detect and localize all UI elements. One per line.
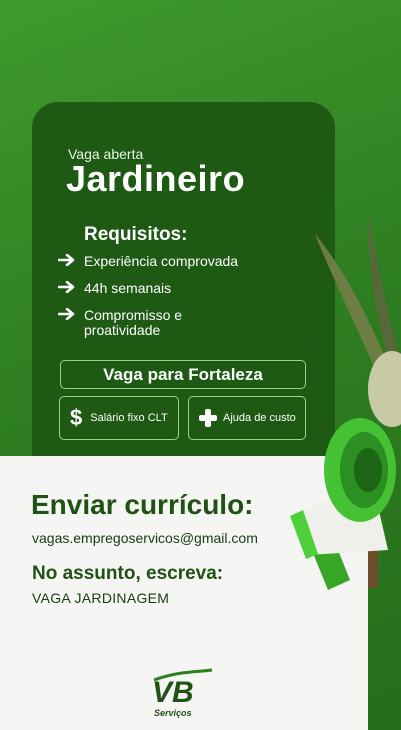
requirement-item: 44h semanais	[58, 281, 318, 296]
subject-instruction: No assunto, escreva:	[32, 563, 224, 584]
benefit-salary: $ Salário fixo CLT	[59, 396, 179, 440]
arrow-right-icon	[58, 254, 75, 266]
requirement-item: Experiência comprovada	[58, 254, 318, 269]
apply-title: Enviar currículo:	[31, 489, 254, 520]
plus-icon	[199, 409, 217, 427]
requirements-list: Experiência comprovada 44h semanais Comp…	[58, 254, 318, 350]
location-box: Vaga para Fortaleza	[60, 360, 306, 389]
dollar-icon: $	[70, 405, 83, 430]
requirement-text: Experiência comprovada	[84, 253, 239, 269]
requirement-text: Compromisso e proatividade	[84, 307, 183, 338]
requirements-title: Requisitos:	[84, 224, 188, 245]
megaphone-icon	[290, 418, 396, 590]
logo-subtext: Serviços	[154, 708, 192, 718]
logo-text: VB	[152, 676, 194, 709]
requirement-text: 44h semanais	[84, 280, 172, 296]
vb-servicos-logo: VB Serviços	[152, 668, 213, 718]
benefit-label: Salário fixo CLT	[90, 412, 168, 424]
job-title: Jardineiro	[66, 158, 246, 199]
arrow-right-icon	[58, 308, 75, 320]
contact-email[interactable]: vagas.empregoservicos@gmail.com	[32, 530, 258, 546]
arrow-right-icon	[58, 281, 75, 293]
requirement-item: Compromisso e proatividade	[58, 308, 208, 338]
subject-value: VAGA JARDINAGEM	[32, 590, 170, 606]
